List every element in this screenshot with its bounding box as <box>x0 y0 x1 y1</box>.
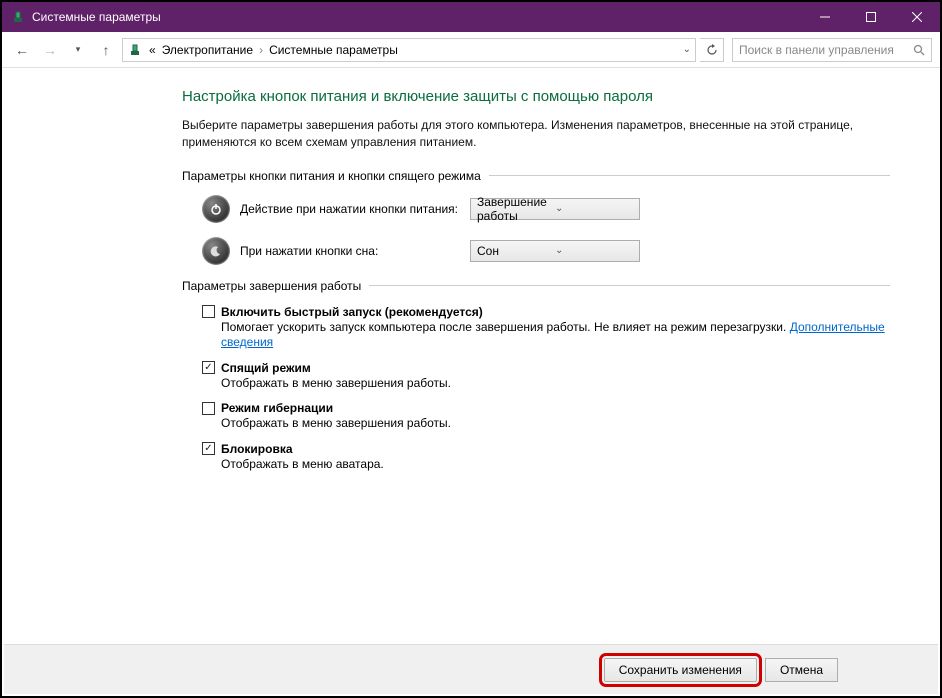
fast-startup-checkbox[interactable] <box>202 305 215 318</box>
hibernate-title: Режим гибернации <box>221 401 333 415</box>
power-button-value: Завершение работы <box>477 195 555 223</box>
up-button[interactable]: ↑ <box>94 38 118 62</box>
fast-startup-title: Включить быстрый запуск (рекомендуется) <box>221 305 483 319</box>
section-header-buttons: Параметры кнопки питания и кнопки спящег… <box>182 169 890 183</box>
power-button-select[interactable]: Завершение работы ⌄ <box>470 198 640 220</box>
footer-bar: Сохранить изменения Отмена <box>4 644 938 694</box>
nav-toolbar: ← → ▾ ↑ « Электропитание › Системные пар… <box>2 32 940 68</box>
address-bar[interactable]: « Электропитание › Системные параметры ⌄ <box>122 38 696 62</box>
page-intro: Выберите параметры завершения работы для… <box>182 117 890 151</box>
breadcrumb-system-settings[interactable]: Системные параметры <box>269 43 398 57</box>
power-button-row: Действие при нажатии кнопки питания: Зав… <box>182 195 890 223</box>
moon-icon <box>202 237 230 265</box>
sleep-button-label: При нажатии кнопки сна: <box>240 244 470 258</box>
lock-option: Блокировка Отображать в меню аватара. <box>202 442 890 473</box>
window-title: Системные параметры <box>32 10 802 24</box>
section-header-shutdown-label: Параметры завершения работы <box>182 279 361 293</box>
search-placeholder: Поиск в панели управления <box>739 43 913 57</box>
chevron-down-icon: ⌄ <box>555 245 633 256</box>
sleep-title: Спящий режим <box>221 361 311 375</box>
save-button[interactable]: Сохранить изменения <box>604 658 757 682</box>
fast-startup-option: Включить быстрый запуск (рекомендуется) … <box>202 305 890 351</box>
cancel-button[interactable]: Отмена <box>765 658 838 682</box>
location-icon <box>127 42 143 58</box>
close-button[interactable] <box>894 2 940 32</box>
hibernate-option: Режим гибернации Отображать в меню завер… <box>202 401 890 432</box>
hibernate-checkbox[interactable] <box>202 402 215 415</box>
page-title: Настройка кнопок питания и включение защ… <box>182 88 890 105</box>
content-area: Настройка кнопок питания и включение защ… <box>2 68 940 503</box>
power-icon <box>202 195 230 223</box>
sleep-option: Спящий режим Отображать в меню завершени… <box>202 361 890 392</box>
chevron-down-icon: ⌄ <box>555 203 633 214</box>
sleep-button-row: При нажатии кнопки сна: Сон ⌄ <box>182 237 890 265</box>
minimize-button[interactable] <box>802 2 848 32</box>
sleep-button-value: Сон <box>477 244 555 258</box>
app-icon <box>10 9 26 25</box>
refresh-button[interactable] <box>700 38 724 62</box>
lock-checkbox[interactable] <box>202 442 215 455</box>
forward-button[interactable]: → <box>38 38 62 62</box>
section-header-buttons-label: Параметры кнопки питания и кнопки спящег… <box>182 169 481 183</box>
titlebar: Системные параметры <box>2 2 940 32</box>
power-button-label: Действие при нажатии кнопки питания: <box>240 202 470 216</box>
recent-dropdown[interactable]: ▾ <box>66 38 90 62</box>
sleep-checkbox[interactable] <box>202 361 215 374</box>
search-icon <box>913 44 925 56</box>
breadcrumb-prefix: « <box>149 43 156 57</box>
chevron-right-icon: › <box>259 43 263 57</box>
lock-title: Блокировка <box>221 442 293 456</box>
breadcrumb-power[interactable]: Электропитание <box>162 43 253 57</box>
sleep-button-select[interactable]: Сон ⌄ <box>470 240 640 262</box>
section-header-shutdown: Параметры завершения работы <box>182 279 890 293</box>
lock-desc: Отображать в меню аватара. <box>221 457 890 473</box>
address-dropdown-icon[interactable]: ⌄ <box>683 44 691 55</box>
maximize-button[interactable] <box>848 2 894 32</box>
back-button[interactable]: ← <box>10 38 34 62</box>
search-input[interactable]: Поиск в панели управления <box>732 38 932 62</box>
fast-startup-desc: Помогает ускорить запуск компьютера посл… <box>221 320 890 351</box>
hibernate-desc: Отображать в меню завершения работы. <box>221 416 890 432</box>
sleep-desc: Отображать в меню завершения работы. <box>221 376 890 392</box>
